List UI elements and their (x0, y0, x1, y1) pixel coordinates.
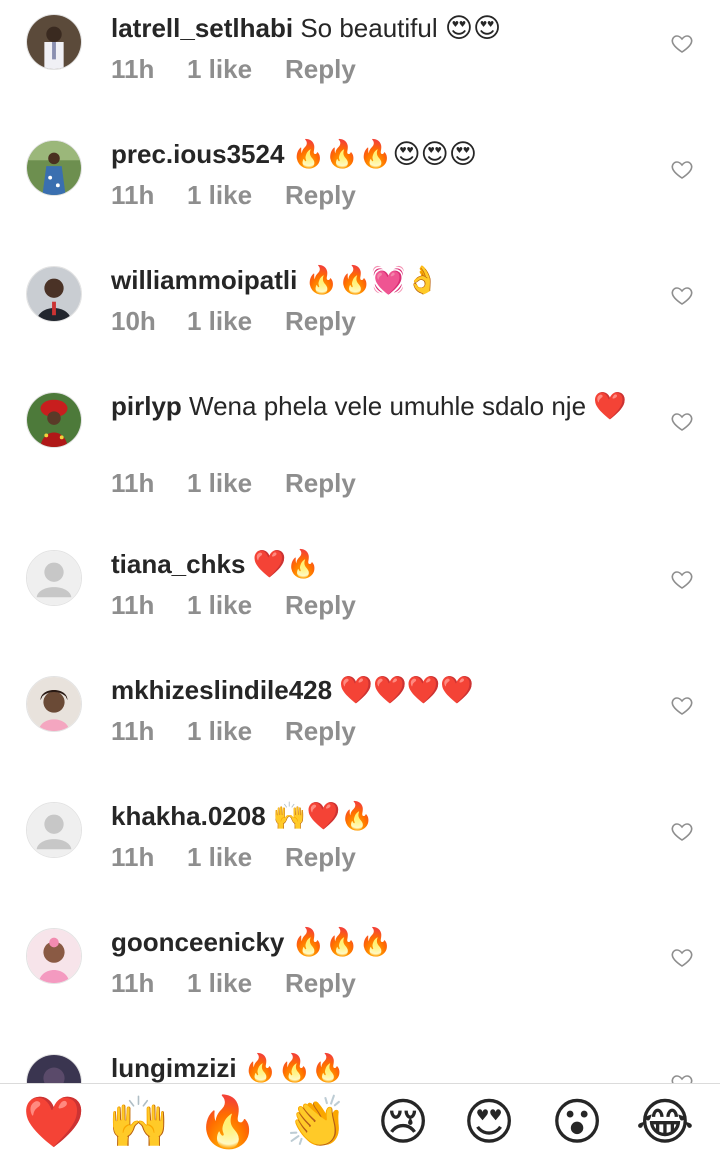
like-heart-icon[interactable] (670, 819, 694, 843)
comment-emoji: 🔥🔥🔥 (243, 1053, 345, 1084)
comment-meta: 11h 1 like Reply (111, 968, 356, 999)
comment-meta: 11h 1 like Reply (111, 468, 356, 499)
like-heart-icon[interactable] (670, 693, 694, 717)
comment-username[interactable]: latrell_setlhabi (111, 13, 293, 43)
comment-emoji: ❤️ (593, 391, 627, 422)
comment-text: williammoipatli 🔥🔥💓👌 (111, 262, 631, 299)
comment-username[interactable]: goonceenicky (111, 927, 284, 957)
reaction-heart-eyes[interactable]: 😍 (457, 1092, 521, 1152)
comment-meta: 11h 1 like Reply (111, 180, 356, 211)
like-heart-icon[interactable] (670, 283, 694, 307)
avatar[interactable] (26, 550, 82, 606)
comment-username[interactable]: prec.ious3524 (111, 139, 284, 169)
like-heart-icon[interactable] (670, 157, 694, 181)
avatar[interactable] (26, 140, 82, 196)
comment-likes[interactable]: 1 like (187, 716, 285, 747)
comment-time: 11h (111, 54, 155, 84)
comment-likes[interactable]: 1 like (187, 54, 285, 85)
comment-emoji: 🔥🔥🔥 (291, 927, 393, 958)
comment-time: 11h (111, 590, 155, 620)
comment-likes[interactable]: 1 like (187, 590, 285, 621)
avatar[interactable] (26, 14, 82, 70)
like-heart-icon[interactable] (670, 409, 694, 433)
comment-text: khakha.0208 🙌❤️🔥 (111, 798, 631, 835)
reaction-surprised[interactable]: 😮 (545, 1092, 609, 1152)
comment-emoji: ❤️🔥 (252, 549, 320, 580)
reaction-raised-hands[interactable]: 🙌 (107, 1092, 171, 1152)
quick-reaction-bar: ❤️ 🙌 🔥 👏 😢 😍 😮 😂 (0, 1083, 720, 1157)
comment-likes[interactable]: 1 like (187, 468, 285, 499)
comment-text: lungimzizi 🔥🔥🔥 (111, 1050, 631, 1087)
comment-meta: 11h 1 like Reply (111, 842, 356, 873)
comment-time: 11h (111, 968, 155, 998)
reply-button[interactable]: Reply (285, 842, 356, 873)
comment-time: 11h (111, 180, 155, 210)
comment-emoji: 😍😍 (444, 13, 502, 44)
avatar[interactable] (26, 928, 82, 984)
reply-button[interactable]: Reply (285, 590, 356, 621)
comment-username[interactable]: khakha.0208 (111, 801, 266, 831)
comment-text: goonceenicky 🔥🔥🔥 (111, 924, 631, 961)
comment-text: tiana_chks ❤️🔥 (111, 546, 631, 583)
avatar[interactable] (26, 676, 82, 732)
reaction-crying[interactable]: 😢 (371, 1092, 435, 1152)
comment-meta: 11h 1 like Reply (111, 54, 356, 85)
reply-button[interactable]: Reply (285, 716, 356, 747)
comment-username[interactable]: mkhizeslindile428 (111, 675, 332, 705)
comment-username[interactable]: williammoipatli (111, 265, 297, 295)
reply-button[interactable]: Reply (285, 968, 356, 999)
comment-emoji: ❤️❤️❤️❤️ (339, 675, 474, 706)
comment-username[interactable]: tiana_chks (111, 549, 245, 579)
comment-emoji: 🙌❤️🔥 (272, 801, 374, 832)
comment-username[interactable]: lungimzizi (111, 1053, 237, 1083)
reply-button[interactable]: Reply (285, 306, 356, 337)
reply-button[interactable]: Reply (285, 180, 356, 211)
comment-meta: 11h 1 like Reply (111, 716, 356, 747)
comment-likes[interactable]: 1 like (187, 842, 285, 873)
comment-likes[interactable]: 1 like (187, 306, 285, 337)
comment-time: 11h (111, 716, 155, 746)
reaction-fire[interactable]: 🔥 (196, 1092, 260, 1152)
comment-meta: 10h 1 like Reply (111, 306, 356, 337)
comment-time: 11h (111, 468, 155, 498)
comment-likes[interactable]: 1 like (187, 968, 285, 999)
like-heart-icon[interactable] (670, 31, 694, 55)
avatar[interactable] (26, 266, 82, 322)
comment-emoji: 🔥🔥🔥😍😍😍 (291, 139, 477, 170)
comment-text: pirlyp Wena phela vele umuhle sdalo nje … (111, 388, 631, 425)
comment-time: 10h (111, 306, 156, 336)
comment-meta: 11h 1 like Reply (111, 590, 356, 621)
comment-text: mkhizeslindile428 ❤️❤️❤️❤️ (111, 672, 631, 709)
reaction-heart[interactable]: ❤️ (22, 1092, 86, 1152)
reply-button[interactable]: Reply (285, 54, 356, 85)
comment-body: So beautiful (300, 13, 438, 43)
comment-text: prec.ious3524 🔥🔥🔥😍😍😍 (111, 136, 631, 173)
avatar[interactable] (26, 392, 82, 448)
like-heart-icon[interactable] (670, 567, 694, 591)
comment-likes[interactable]: 1 like (187, 180, 285, 211)
reply-button[interactable]: Reply (285, 468, 356, 499)
comment-emoji: 🔥🔥💓👌 (304, 265, 440, 296)
comment-time: 11h (111, 842, 155, 872)
avatar[interactable] (26, 802, 82, 858)
comment-text: latrell_setlhabi So beautiful 😍😍 (111, 10, 631, 47)
reaction-clap[interactable]: 👏 (285, 1092, 349, 1152)
like-heart-icon[interactable] (670, 945, 694, 969)
comment-body: Wena phela vele umuhle sdalo nje (189, 391, 587, 421)
reaction-laughing[interactable]: 😂 (633, 1092, 697, 1152)
comment-username[interactable]: pirlyp (111, 391, 182, 421)
